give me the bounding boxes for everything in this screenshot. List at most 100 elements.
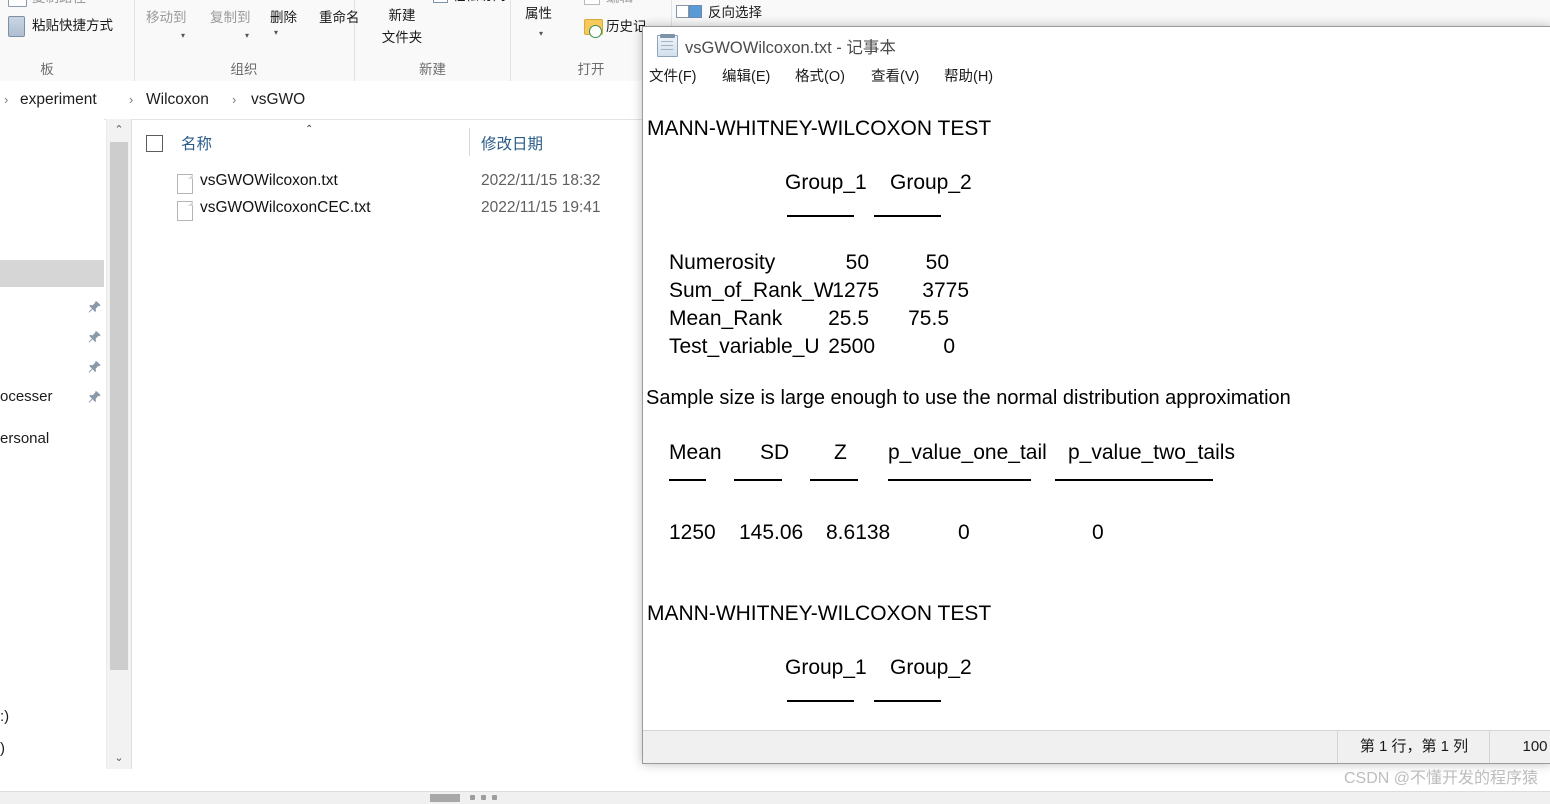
row-value-g1: 2500 xyxy=(828,335,875,358)
header-rule xyxy=(669,479,706,481)
breadcrumb-separator: › xyxy=(232,92,237,107)
stat-header-sd: SD xyxy=(760,441,790,464)
ribbon-history[interactable]: 历史记 xyxy=(606,19,647,35)
history-icon xyxy=(584,19,603,38)
stat-value-p-two-tails: 0 xyxy=(1092,521,1104,544)
scrollbar-dots xyxy=(470,795,520,801)
menu-help[interactable]: 帮助(H) xyxy=(944,65,993,86)
copy-path-icon xyxy=(8,0,27,7)
menu-format[interactable]: 格式(O) xyxy=(795,65,845,86)
navigation-pane-scrollbar[interactable]: ⌃ ⌄ xyxy=(106,119,132,769)
stat-header-mean: Mean xyxy=(669,441,722,464)
ribbon-rename[interactable]: 重命名 xyxy=(319,10,360,26)
row-value-g2: 0 xyxy=(943,335,955,358)
file-name[interactable]: vsGWOWilcoxonCEC.txt xyxy=(200,199,371,217)
header-rule xyxy=(787,215,854,217)
nav-item-personal[interactable]: ersonal xyxy=(0,430,49,447)
stat-header-z: Z xyxy=(834,441,847,464)
row-label: Mean_Rank xyxy=(669,307,783,330)
menu-file[interactable]: 文件(F) xyxy=(649,65,697,86)
file-modified-date: 2022/11/15 18:32 xyxy=(481,172,601,189)
ribbon-copy-to[interactable]: 复制到 xyxy=(210,10,251,26)
paste-shortcut-icon xyxy=(8,16,25,37)
edit-icon xyxy=(584,0,600,5)
scrollbar-thumb[interactable] xyxy=(430,794,460,802)
move-to-chevron-down-icon[interactable]: ▾ xyxy=(181,31,185,40)
ribbon-edit[interactable]: 编辑 xyxy=(606,0,633,6)
row-value-g1: 25.5 xyxy=(828,307,869,330)
column-header-name[interactable]: 名称 xyxy=(181,132,212,154)
ribbon-delete[interactable]: 删除 xyxy=(270,10,297,26)
ribbon-new-folder[interactable]: 新建 xyxy=(375,8,429,24)
invert-selection-icon xyxy=(676,5,702,18)
status-zoom-level[interactable]: 100 xyxy=(1489,731,1550,763)
ribbon-group-label-new: 新建 xyxy=(419,62,446,77)
ribbon-invert-selection[interactable]: 反向选择 xyxy=(708,5,762,21)
pin-icon[interactable] xyxy=(87,390,102,405)
row-value-g1: 50 xyxy=(845,251,869,274)
header-rule xyxy=(734,479,782,481)
stat-value-p-one-tail: 0 xyxy=(958,521,970,544)
row-value-g1: 1275 xyxy=(832,279,879,302)
notepad-icon xyxy=(657,34,678,57)
ribbon-move-to[interactable]: 移动到 xyxy=(146,10,187,26)
breadcrumb-separator: › xyxy=(129,92,134,107)
ribbon-group-new: 新建 文件夹 轻松访问 新建 xyxy=(355,0,511,81)
stat-header-p-two-tails: p_value_two_tails xyxy=(1068,441,1235,464)
group-header-1: Group_1 xyxy=(785,171,867,194)
delete-chevron-down-icon[interactable]: ▾ xyxy=(274,28,278,37)
column-header-date[interactable]: 修改日期 xyxy=(481,132,543,154)
row-value-g2: 3775 xyxy=(922,279,969,302)
ribbon-group-label-clipboard: 板 xyxy=(40,62,54,77)
nav-selected-highlight xyxy=(0,260,104,287)
file-modified-date: 2022/11/15 19:41 xyxy=(481,199,601,216)
ribbon-easy-access[interactable]: 轻松访问 xyxy=(452,0,506,4)
nav-item-drive-c[interactable]: :) xyxy=(0,708,9,725)
breadcrumb-item-vsgwo[interactable]: vsGWO xyxy=(251,91,305,109)
header-rule xyxy=(888,479,1031,481)
breadcrumb-item-experiment[interactable]: experiment xyxy=(20,91,97,109)
pin-icon[interactable] xyxy=(87,330,102,345)
select-all-checkbox[interactable] xyxy=(146,135,163,152)
copy-to-chevron-down-icon[interactable]: ▾ xyxy=(245,31,249,40)
text-file-icon xyxy=(177,174,193,194)
breadcrumb-item-wilcoxon[interactable]: Wilcoxon xyxy=(146,91,209,109)
header-rule xyxy=(1055,479,1213,481)
column-divider[interactable] xyxy=(469,128,470,156)
pin-icon[interactable] xyxy=(87,360,102,375)
nav-item-drive-d[interactable]: ) xyxy=(0,740,5,757)
notepad-title-bar[interactable]: vsGWOWilcoxon.txt - 记事本 xyxy=(643,27,1550,63)
ribbon-group-organize: 移动到 ▾ 复制到 ▾ 删除 ▾ 重命名 组织 xyxy=(134,0,360,81)
notepad-window: vsGWOWilcoxon.txt - 记事本 文件(F) 编辑(E) 格式(O… xyxy=(642,26,1550,764)
menu-view[interactable]: 查看(V) xyxy=(871,65,919,86)
pin-icon[interactable] xyxy=(87,300,102,315)
ribbon-paste-shortcut[interactable]: 粘贴快捷方式 xyxy=(32,18,113,34)
scrollbar-thumb[interactable] xyxy=(110,142,128,670)
breadcrumb-separator: › xyxy=(4,92,9,107)
group-header-1: Group_1 xyxy=(785,656,867,679)
ribbon-properties[interactable]: 属性 xyxy=(525,6,552,22)
ribbon-new-folder-line2[interactable]: 文件夹 xyxy=(375,30,429,46)
scroll-down-icon[interactable]: ⌄ xyxy=(107,747,131,769)
header-rule xyxy=(874,215,941,217)
row-label: Sum_of_Rank_W xyxy=(669,279,834,302)
properties-chevron-down-icon[interactable]: ▾ xyxy=(539,29,543,38)
ribbon-copy-path[interactable]: 复制路径 xyxy=(32,0,86,6)
notepad-text-area[interactable]: MANN-WHITNEY-WILCOXON TEST Group_1 Group… xyxy=(643,91,1550,732)
notepad-menu-bar[interactable]: 文件(F) 编辑(E) 格式(O) 查看(V) 帮助(H) xyxy=(643,63,1550,91)
header-rule xyxy=(810,479,858,481)
scroll-up-icon[interactable]: ⌃ xyxy=(107,119,131,141)
navigation-pane[interactable]: ocesser ersonal :) ) xyxy=(0,119,104,769)
history-clock-icon xyxy=(589,25,602,38)
status-cursor-position: 第 1 行，第 1 列 xyxy=(1337,731,1490,763)
menu-edit[interactable]: 编辑(E) xyxy=(722,65,770,86)
stat-header-p-one-tail: p_value_one_tail xyxy=(888,441,1047,464)
window-title: vsGWOWilcoxon.txt - 记事本 xyxy=(685,39,896,57)
file-name[interactable]: vsGWOWilcoxon.txt xyxy=(200,172,338,190)
test-heading-1: MANN-WHITNEY-WILCOXON TEST xyxy=(647,117,992,140)
horizontal-scrollbar[interactable] xyxy=(0,791,1550,804)
easy-access-checkbox[interactable] xyxy=(433,0,448,3)
stat-value-z: 8.6138 xyxy=(826,521,891,544)
nav-item-processer[interactable]: ocesser xyxy=(0,388,53,405)
row-value-g2: 50 xyxy=(925,251,949,274)
